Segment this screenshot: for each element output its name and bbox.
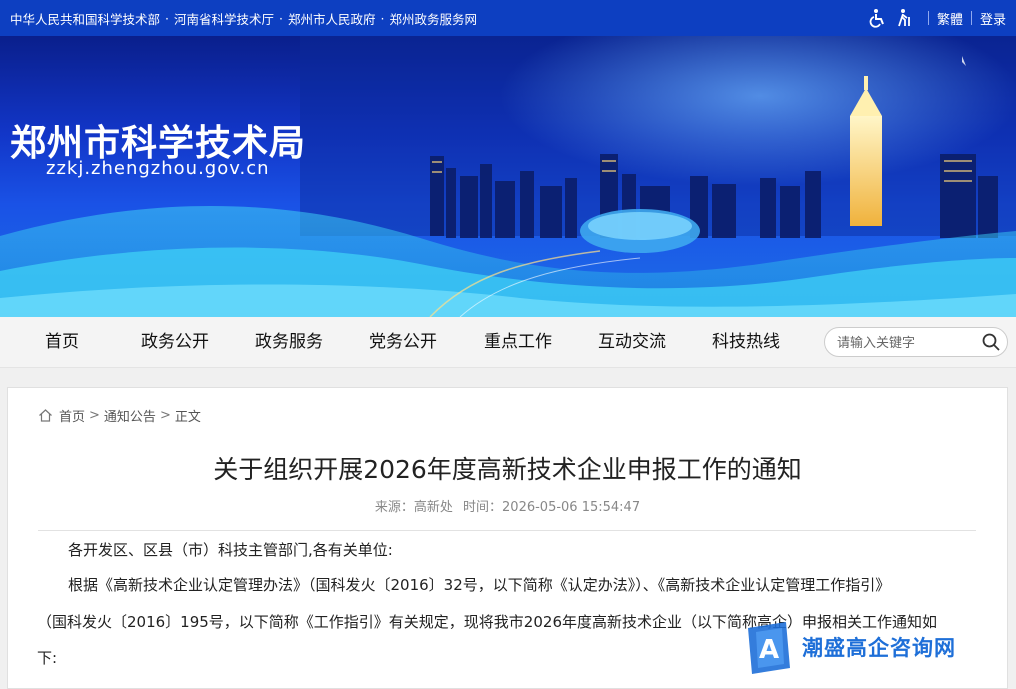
watermark-logo-letter: A xyxy=(759,635,779,665)
nav-item-party-affairs[interactable]: 党务公开 xyxy=(369,317,437,367)
article-title: 关于组织开展2026年度高新技术企业申报工作的通知 xyxy=(213,455,802,484)
site-url: zzkj.zhengzhou.gov.cn xyxy=(46,158,270,179)
nav-item-hotline[interactable]: 科技热线 xyxy=(712,317,780,367)
article-paragraph: 各开发区、区县（市）科技主管部门,各有关单位: xyxy=(68,541,393,559)
nav-item-key-work[interactable]: 重点工作 xyxy=(484,317,552,367)
link-separator: · xyxy=(380,10,385,26)
accessibility-icon[interactable] xyxy=(868,8,888,28)
article-source: 来源：高新处 xyxy=(374,500,453,515)
header-banner: 郑州市科学技术局 zzkj.zhengzhou.gov.cn xyxy=(0,36,1016,317)
breadcrumb: 首页 > 通知公告 > 正文 xyxy=(38,406,201,425)
divider xyxy=(927,11,929,25)
link-henan-kjt[interactable]: 河南省科学技术厅 xyxy=(174,9,274,28)
top-bar: 中华人民共和国科学技术部 · 河南省科学技术厅 · 郑州市人民政府 · 郑州政务… xyxy=(0,0,1016,36)
search-box xyxy=(824,327,1008,357)
link-separator: · xyxy=(279,10,283,26)
article-paragraph: 根据《高新技术企业认定管理办法》（国科发火〔2016〕32号，以下简称《认定办法… xyxy=(68,576,891,594)
breadcrumb-separator: > xyxy=(89,408,100,423)
traditional-chinese-link[interactable]: 繁體 xyxy=(937,9,963,28)
breadcrumb-home[interactable]: 首页 xyxy=(59,406,85,425)
divider xyxy=(970,11,972,25)
elder-mode-icon[interactable] xyxy=(894,8,914,28)
watermark-text: 潮盛高企咨询网 xyxy=(802,635,956,660)
breadcrumb-separator: > xyxy=(159,408,171,423)
breadcrumb-current: 正文 xyxy=(174,410,201,425)
search-input[interactable] xyxy=(835,332,979,354)
nav-item-home[interactable]: 首页 xyxy=(45,317,79,367)
nav-item-interaction[interactable]: 互动交流 xyxy=(598,317,666,367)
login-link[interactable]: 登录 xyxy=(980,9,1006,28)
article-time: 时间：2026-05-06 15:54:47 xyxy=(463,500,641,515)
home-icon[interactable] xyxy=(38,408,53,423)
link-separator: · xyxy=(165,10,169,26)
link-most[interactable]: 中华人民共和国科学技术部 xyxy=(10,9,160,28)
breadcrumb-notices[interactable]: 通知公告 xyxy=(104,406,156,425)
article-paragraph: 下: xyxy=(37,649,58,667)
link-zhengzhou-service[interactable]: 郑州政务服务网 xyxy=(390,9,478,28)
related-links: 中华人民共和国科学技术部 · 河南省科学技术厅 · 郑州市人民政府 · 郑州政务… xyxy=(10,0,477,36)
top-right-tools: 繁體 登录 xyxy=(868,0,1006,36)
divider xyxy=(38,530,976,531)
search-icon[interactable] xyxy=(981,332,1001,352)
article-meta: 来源：高新处 时间：2026-05-06 15:54:47 xyxy=(8,496,1007,515)
nav-item-gov-services[interactable]: 政务服务 xyxy=(255,317,323,367)
nav-item-gov-affairs[interactable]: 政务公开 xyxy=(141,317,209,367)
link-zhengzhou-gov[interactable]: 郑州市人民政府 xyxy=(288,9,376,28)
